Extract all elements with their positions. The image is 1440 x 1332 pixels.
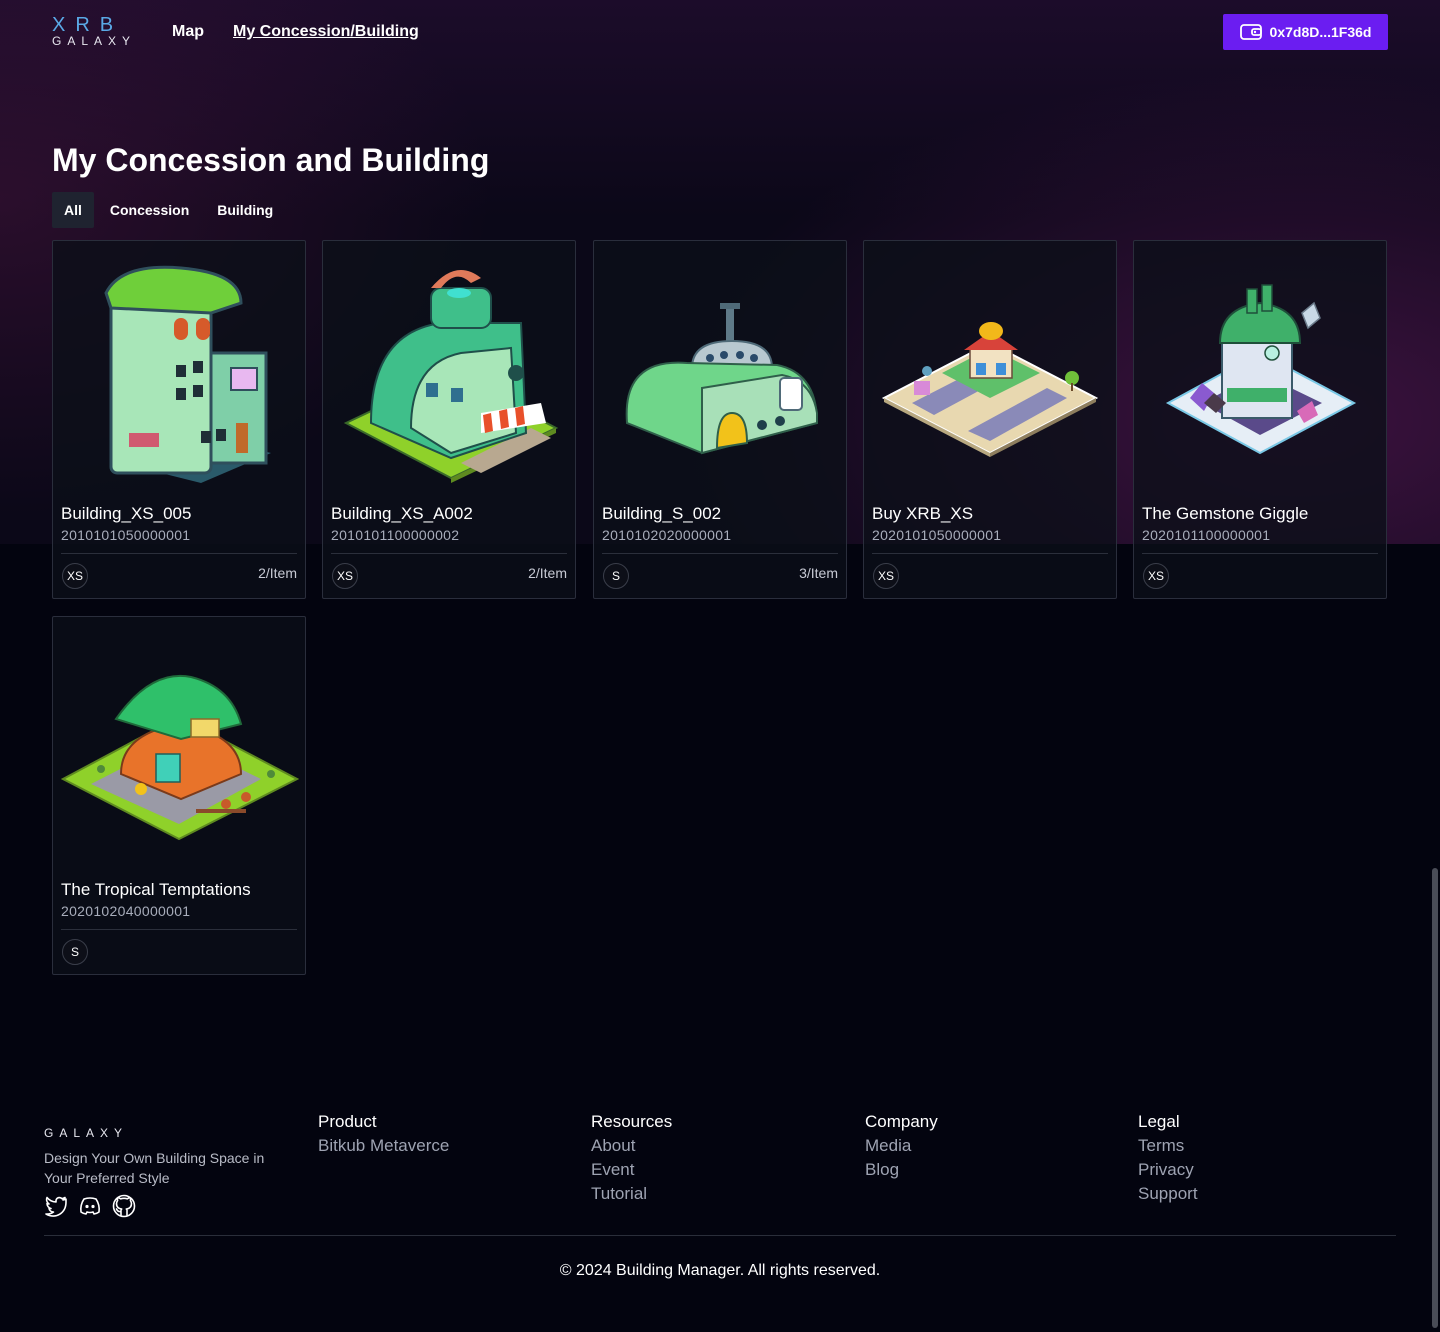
filter-tabs: All Concession Building	[52, 192, 289, 228]
wallet-icon	[1239, 24, 1262, 40]
card-id: 2020102040000001	[61, 903, 191, 919]
footer-brand: GALAXY Design Your Own Building Space in…	[44, 1126, 294, 1188]
town-plaza-tile-image	[872, 253, 1110, 483]
card-divider	[602, 553, 838, 554]
tab-building[interactable]: Building	[205, 192, 285, 228]
footer-link-support[interactable]: Support	[1138, 1182, 1198, 1206]
social-links	[44, 1194, 136, 1218]
wallet-address-label: 0x7d8D...1F36d	[1269, 24, 1372, 40]
card-divider	[61, 553, 297, 554]
size-badge: XS	[62, 563, 88, 589]
item-card[interactable]: Buy XRB_XS 2020101050000001 XS	[863, 240, 1117, 599]
page: XRB GALAXY Map My Concession/Building 0x…	[0, 0, 1440, 1332]
item-card[interactable]: Building_XS_A002 2010101100000002 XS 2/I…	[322, 240, 576, 599]
top-nav: XRB GALAXY Map My Concession/Building 0x…	[52, 14, 1388, 52]
item-card[interactable]: Building_S_002 2010102020000001 S 3/Item	[593, 240, 847, 599]
item-card[interactable]: The Tropical Temptations 202010204000000…	[52, 616, 306, 975]
footer-column-legal: Legal Terms Privacy Support	[1138, 1112, 1198, 1206]
card-id: 2010101050000001	[61, 527, 191, 543]
card-name: The Gemstone Giggle	[1142, 504, 1309, 523]
card-divider	[1142, 553, 1378, 554]
card-divider	[331, 553, 567, 554]
card-quantity: 2/Item	[258, 565, 297, 581]
footer-link-about[interactable]: About	[591, 1134, 672, 1158]
tab-concession[interactable]: Concession	[98, 192, 201, 228]
size-badge: XS	[332, 563, 358, 589]
size-badge: S	[603, 563, 629, 589]
footer-link-tutorial[interactable]: Tutorial	[591, 1182, 672, 1206]
nav-link-my-concession[interactable]: My Concession/Building	[233, 23, 419, 41]
footer-column-resources: Resources About Event Tutorial	[591, 1112, 672, 1206]
footer-link-privacy[interactable]: Privacy	[1138, 1158, 1198, 1182]
github-icon[interactable]	[112, 1194, 136, 1218]
nav-link-map[interactable]: Map	[172, 23, 204, 41]
footer-galaxy-logo: GALAXY	[44, 1126, 129, 1140]
footer-link-blog[interactable]: Blog	[865, 1158, 938, 1182]
footer-column-product: Product Bitkub Metaverce	[318, 1112, 449, 1158]
card-name: Building_XS_005	[61, 504, 192, 523]
discord-icon[interactable]	[78, 1194, 102, 1218]
footer-divider	[44, 1235, 1396, 1236]
card-name: The Tropical Temptations	[61, 880, 251, 899]
footer-heading-legal: Legal	[1138, 1112, 1180, 1131]
green-quonset-hut-image	[602, 253, 840, 483]
wallet-address-button[interactable]: 0x7d8D...1F36d	[1223, 14, 1388, 50]
card-name: Buy XRB_XS	[872, 504, 974, 523]
footer-column-company: Company Media Blog	[865, 1112, 938, 1182]
footer-heading-company: Company	[865, 1112, 938, 1131]
item-card[interactable]: The Gemstone Giggle 2020101100000001 XS	[1133, 240, 1387, 599]
footer-link-terms[interactable]: Terms	[1138, 1134, 1198, 1158]
card-divider	[872, 553, 1108, 554]
card-name: Building_S_002	[602, 504, 722, 523]
footer-tagline: Design Your Own Building Space in Your P…	[44, 1150, 265, 1186]
size-badge: S	[62, 939, 88, 965]
twitter-icon[interactable]	[44, 1194, 68, 1218]
card-id: 2020101100000001	[1142, 527, 1271, 543]
card-id: 2010101100000002	[331, 527, 460, 543]
footer-link-bitkub-metaverce[interactable]: Bitkub Metaverce	[318, 1134, 449, 1158]
jewelry-shop-tile-image	[1142, 253, 1380, 483]
copyright-text: © 2024 Building Manager. All rights rese…	[559, 1262, 881, 1279]
card-id: 2010102020000001	[602, 527, 732, 543]
logo-galaxy-text: GALAXY	[52, 34, 137, 48]
green-shop-building-image	[331, 253, 569, 483]
card-id: 2020101050000001	[872, 527, 1002, 543]
card-quantity: 2/Item	[528, 565, 567, 581]
size-badge: XS	[1143, 563, 1169, 589]
footer-link-event[interactable]: Event	[591, 1158, 672, 1182]
footer-heading-resources: Resources	[591, 1112, 673, 1131]
item-card[interactable]: Building_XS_005 2010101050000001 XS 2/It…	[52, 240, 306, 599]
page-scrollbar[interactable]	[1432, 868, 1438, 1328]
green-tower-building-image	[61, 253, 299, 483]
xrb-galaxy-logo[interactable]: XRB GALAXY	[52, 14, 146, 48]
tab-all[interactable]: All	[52, 192, 94, 228]
card-name: Building_XS_A002	[331, 504, 473, 523]
page-title: My Concession and Building	[52, 142, 490, 178]
size-badge: XS	[873, 563, 899, 589]
card-divider	[61, 929, 297, 930]
footer-heading-product: Product	[318, 1112, 377, 1131]
footer-link-media[interactable]: Media	[865, 1134, 938, 1158]
tropical-cafe-tile-image	[60, 629, 300, 859]
card-quantity: 3/Item	[799, 565, 838, 581]
